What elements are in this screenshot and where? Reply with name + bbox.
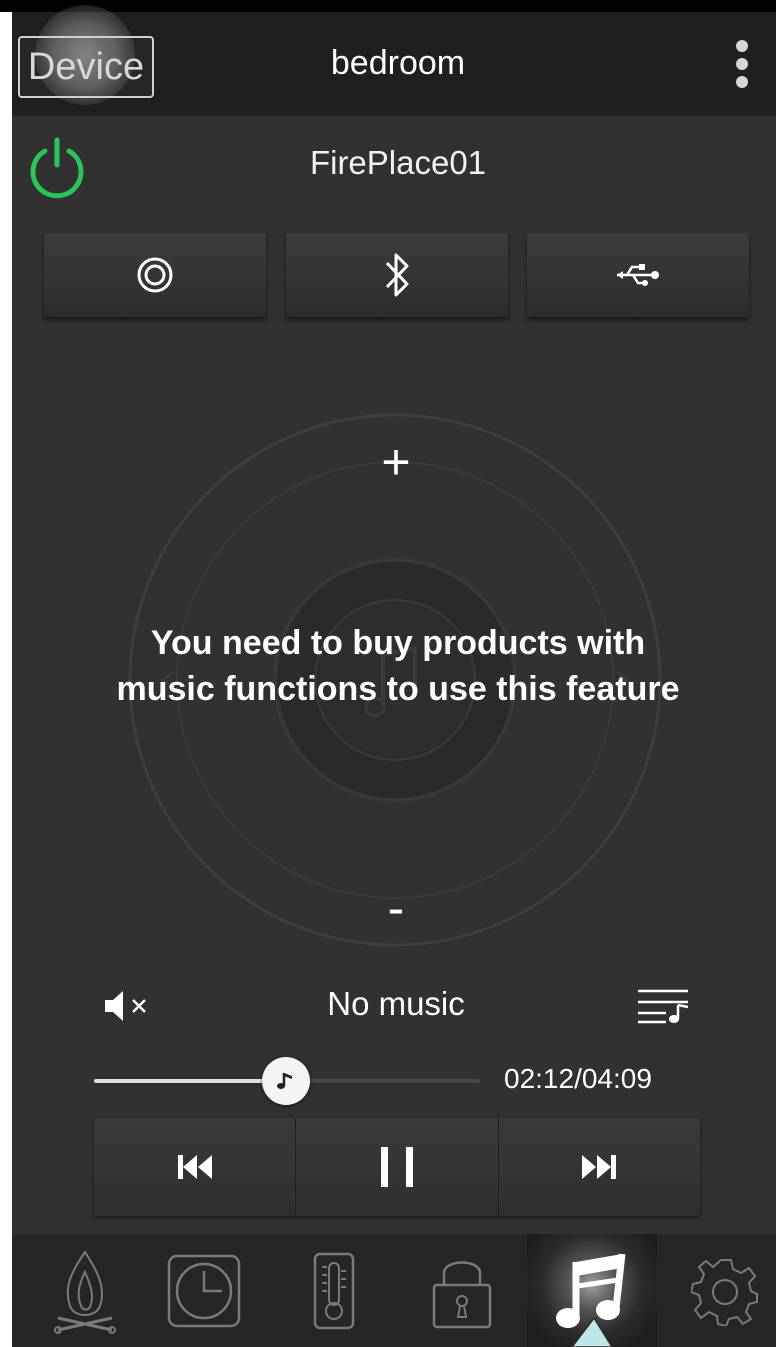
status-strip [0,0,776,12]
power-icon[interactable] [25,135,89,199]
purchase-notice: You need to buy products with music func… [60,620,736,712]
clock-icon [167,1254,241,1327]
flame-icon [54,1249,116,1334]
previous-button[interactable] [94,1118,295,1216]
radio-icon [137,257,173,293]
device-back-button[interactable]: Device [18,36,154,98]
next-button[interactable] [497,1118,700,1216]
next-icon [582,1155,617,1179]
now-playing-label: No music [327,985,465,1022]
device-name: FirePlace01 [309,144,487,181]
pause-button[interactable] [295,1118,497,1216]
tab-lock[interactable] [420,1234,504,1347]
music-screen: Device bedroom FirePlace01 + - You need … [0,0,776,1347]
previous-icon [177,1155,212,1179]
lock-icon [432,1260,492,1328]
gear-icon [690,1258,758,1326]
radio-source-button[interactable] [44,233,266,317]
progress-thumb[interactable] [262,1057,310,1105]
tab-settings[interactable] [675,1234,776,1347]
tab-fire[interactable] [30,1234,140,1347]
music-note-thumb-icon [277,1073,292,1089]
notice-line-1: You need to buy products with [150,624,646,662]
thermometer-icon [313,1252,355,1329]
bluetooth-source-button[interactable] [286,233,508,317]
playlist-icon[interactable] [636,985,692,1025]
volume-down-button[interactable]: - [360,878,432,938]
notice-line-2: music functions to use this feature [116,670,680,708]
volume-up-button[interactable]: + [360,432,432,492]
tab-timer[interactable] [158,1234,250,1347]
pause-icon [380,1147,413,1187]
tab-temperature[interactable] [295,1234,373,1347]
bluetooth-icon [385,253,409,297]
usb-icon [617,264,659,286]
tap-pointer [571,1318,613,1347]
usb-source-button[interactable] [527,233,749,317]
page-title: bedroom [330,44,466,82]
more-vertical-icon[interactable] [734,40,750,96]
transport-controls [94,1118,700,1216]
mute-icon[interactable] [103,988,161,1024]
playback-time: 02:12/04:09 [504,1063,652,1094]
